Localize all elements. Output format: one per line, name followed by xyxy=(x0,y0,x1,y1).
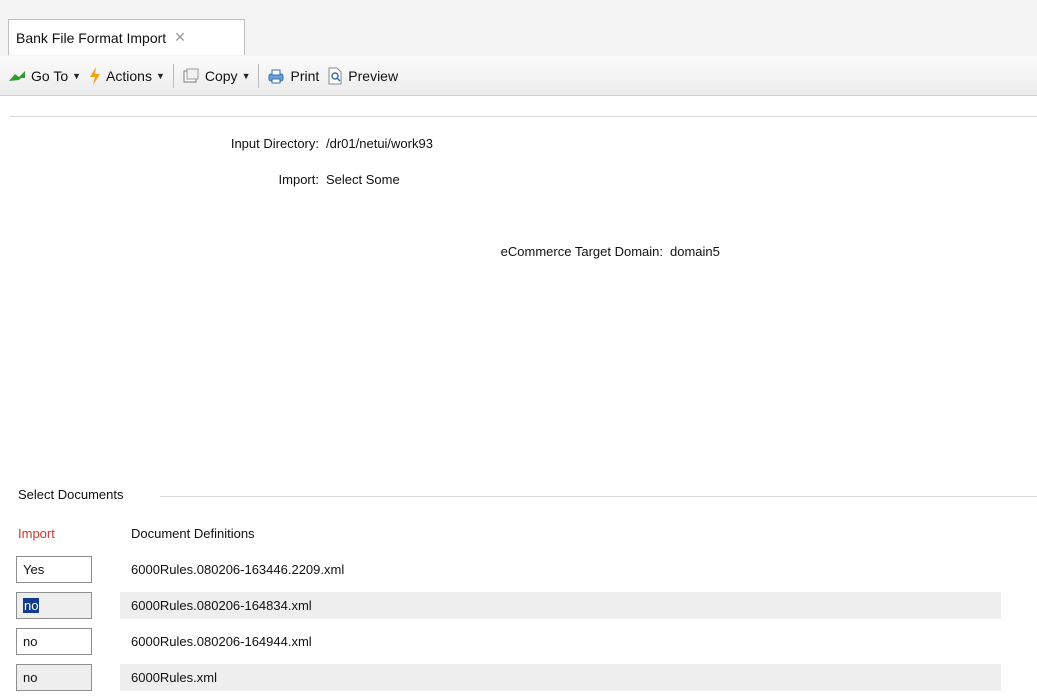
toolbar-separator xyxy=(172,63,174,88)
preview-label: Preview xyxy=(348,67,399,84)
copy-button[interactable]: Copy ▼ xyxy=(182,67,251,85)
copy-label: Copy xyxy=(204,67,238,84)
copy-icon xyxy=(182,67,200,85)
import-field[interactable]: no xyxy=(16,664,92,691)
import-field[interactable]: Yes xyxy=(16,556,92,583)
printer-icon xyxy=(267,67,285,85)
table-row: no 6000Rules.080206-164944.xml xyxy=(16,628,1001,655)
import-label: Import: xyxy=(278,172,319,187)
import-field[interactable]: no xyxy=(16,628,92,655)
table-row: no 6000Rules.080206-164834.xml xyxy=(16,592,1001,619)
document-definitions-header: Document Definitions xyxy=(131,526,255,541)
print-label: Print xyxy=(290,67,320,84)
preview-icon xyxy=(327,67,343,85)
document-definition: 6000Rules.080206-163446.2209.xml xyxy=(131,562,345,577)
input-directory-label: Input Directory: xyxy=(230,136,319,151)
lightning-icon xyxy=(89,66,101,85)
chevron-down-icon: ▼ xyxy=(155,70,165,81)
import-field[interactable]: no xyxy=(16,592,92,619)
green-arrow-icon xyxy=(8,69,26,83)
tab-bank-file-format-import[interactable]: Bank File Format Import ✕ xyxy=(8,19,245,55)
selected-text: no xyxy=(23,598,40,613)
section-divider xyxy=(160,496,1037,497)
import-column-header: Import xyxy=(18,526,55,541)
table-row: Yes 6000Rules.080206-163446.2209.xml xyxy=(16,556,1001,583)
preview-button[interactable]: Preview xyxy=(327,67,398,85)
tab-title: Bank File Format Import xyxy=(16,29,167,46)
goto-label: Go To xyxy=(31,67,69,84)
chevron-down-icon: ▼ xyxy=(241,70,251,81)
document-definition: 6000Rules.080206-164834.xml xyxy=(131,598,312,613)
actions-button[interactable]: Actions ▼ xyxy=(89,66,165,85)
tab-strip: Bank File Format Import ✕ xyxy=(0,0,1037,57)
divider xyxy=(10,116,1037,117)
toolbar-separator xyxy=(258,63,260,88)
document-definition: 6000Rules.080206-164944.xml xyxy=(131,634,312,649)
ecommerce-domain-value: domain5 xyxy=(670,244,720,259)
actions-label: Actions xyxy=(106,67,152,84)
table-row: no 6000Rules.xml xyxy=(16,664,1001,691)
ecommerce-domain-label: eCommerce Target Domain: xyxy=(500,244,663,259)
select-documents-title: Select Documents xyxy=(18,487,124,502)
goto-button[interactable]: Go To ▼ xyxy=(8,68,81,84)
import-value: Select Some xyxy=(326,172,400,187)
chevron-down-icon: ▼ xyxy=(72,70,82,81)
input-directory-value: /dr01/netui/work93 xyxy=(326,136,433,151)
print-button[interactable]: Print xyxy=(267,67,319,85)
toolbar: Go To ▼ Actions ▼ Copy ▼ Print Preview xyxy=(0,56,1037,96)
close-icon[interactable]: ✕ xyxy=(174,29,186,46)
document-definition: 6000Rules.xml xyxy=(131,670,217,685)
